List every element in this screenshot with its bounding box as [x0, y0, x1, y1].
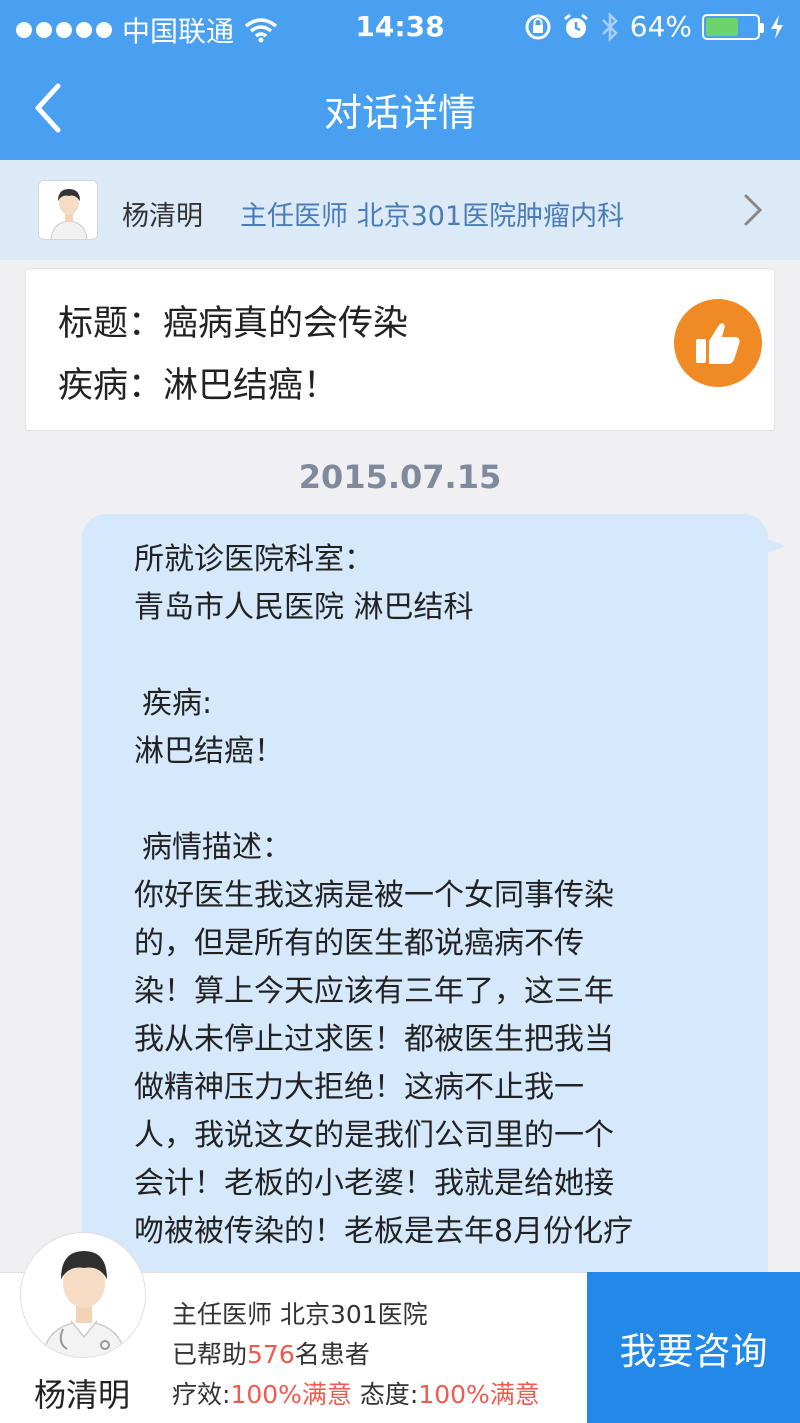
doctor-title: 主任医师 北京301医院肿瘤内科: [240, 201, 625, 232]
attitude-label: 态度:: [359, 1380, 419, 1409]
description-line: 做精神压力大拒绝！这病不止我一: [134, 1070, 584, 1105]
doctor-info-bar[interactable]: 杨清明 主任医师 北京301医院肿瘤内科: [0, 160, 800, 260]
footer-doctor-name: 杨清明: [34, 1376, 131, 1414]
battery-percent: 64%: [629, 10, 692, 43]
bluetooth-icon: [601, 11, 618, 42]
effect-label: 疗效:: [172, 1380, 231, 1409]
page-title: 对话详情: [323, 91, 476, 135]
description-line: 染！算上今天应该有三年了，这三年: [134, 974, 614, 1009]
question-card: 标题：癌病真的会传染 疾病：淋巴结癌！: [25, 268, 775, 431]
description-line: 你好医生我这病是被一个女同事传染: [134, 878, 614, 913]
helped-prefix: 已帮助: [172, 1340, 248, 1369]
alarm-icon: [563, 13, 588, 38]
hospital-label: 所就诊医院科室：: [134, 542, 374, 577]
description-label: 病情描述：: [142, 830, 292, 865]
consult-button[interactable]: 我要咨询: [587, 1272, 800, 1423]
footer-helped: 已帮助576名患者: [172, 1335, 370, 1371]
description-line: 会计！老板的小老婆！我就是给她接: [134, 1166, 614, 1201]
helped-count: 576: [247, 1340, 295, 1369]
thumbs-up-button[interactable]: [674, 299, 762, 387]
footer-doctor-title: 主任医师 北京301医院: [172, 1300, 428, 1329]
rotation-lock-icon: [525, 14, 551, 39]
question-disease: 疾病：淋巴结癌！: [58, 366, 339, 406]
status-bar: 中国联通 14:38 64%: [0, 0, 800, 56]
hospital-value: 青岛市人民医院 淋巴结科: [134, 590, 474, 625]
description-line: 的，但是所有的医生都说癌病不传: [134, 926, 584, 961]
helped-suffix: 名患者: [294, 1340, 370, 1369]
description-line: 人，我说这女的是我们公司里的一个: [134, 1118, 614, 1153]
doctor-name: 杨清明: [122, 201, 203, 232]
charging-icon: [771, 14, 783, 39]
disease-label: 疾病:: [142, 686, 213, 721]
message-date: 2015.07.15: [298, 458, 502, 496]
question-title: 标题：癌病真的会传染: [58, 304, 409, 344]
thumbs-up-icon: [696, 323, 740, 364]
footer-ratings: 疗效:100%满意 态度:100%满意: [172, 1375, 540, 1411]
battery-icon: [702, 13, 764, 40]
description-line: 吻被被传染的！老板是去年8月份化疗: [134, 1214, 634, 1249]
doctor-avatar-small: [38, 180, 98, 240]
chevron-right-icon: [744, 194, 763, 226]
description-line: 我从未停止过求医！都被医生把我当: [134, 1022, 614, 1057]
nav-bar: 对话详情: [0, 56, 800, 160]
message-text: 所就诊医院科室： 青岛市人民医院 淋巴结科 疾病: 淋巴结癌！ 病情描述： 你好…: [134, 536, 714, 1256]
doctor-avatar[interactable]: [20, 1232, 146, 1358]
attitude-value: 100%满意: [418, 1380, 540, 1409]
bubble-tail: [760, 536, 786, 556]
effect-value: 100%满意: [230, 1380, 352, 1409]
disease-value: 淋巴结癌！: [134, 734, 284, 769]
